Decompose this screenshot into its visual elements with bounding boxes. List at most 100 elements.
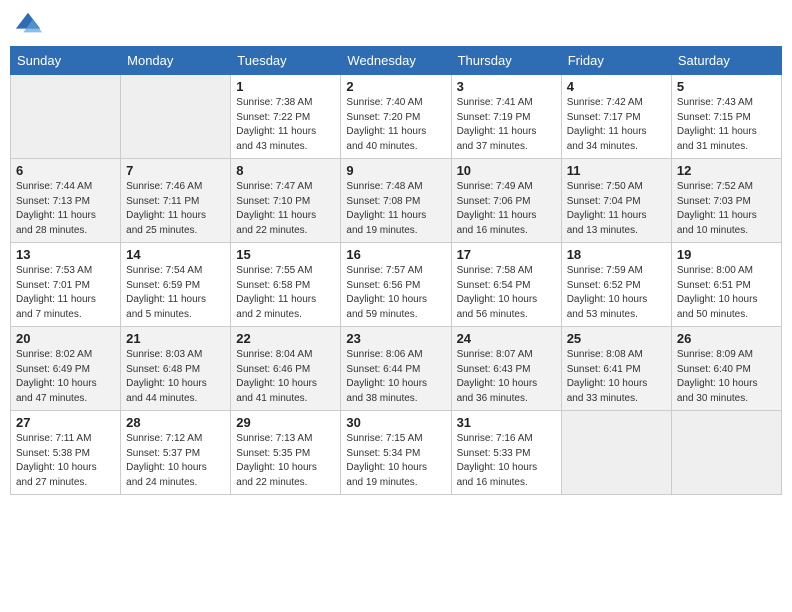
calendar-day-cell: 8 Sunrise: 7:47 AMSunset: 7:10 PMDaylight… [231, 159, 341, 243]
day-info: Sunrise: 7:43 AMSunset: 7:15 PMDaylight:… [677, 96, 776, 154]
calendar-week-row: 20 Sunrise: 8:02 AMSunset: 6:49 PMDayligh… [11, 327, 782, 411]
calendar-day-cell: 4 Sunrise: 7:42 AMSunset: 7:17 PMDaylight… [561, 75, 671, 159]
day-info: Sunrise: 7:46 AMSunset: 7:11 PMDaylight:… [126, 180, 225, 238]
day-number: 14 [126, 247, 225, 262]
day-info: Sunrise: 7:59 AMSunset: 6:52 PMDaylight:… [567, 264, 666, 322]
calendar-day-cell: 16Sunrise: 7:57 AMSunset: 6:56 PMDayligh… [341, 243, 451, 327]
day-info: Sunrise: 7:47 AMSunset: 7:10 PMDaylight:… [236, 180, 335, 238]
day-info: Sunrise: 7:40 AMSunset: 7:20 PMDaylight:… [346, 96, 445, 154]
calendar-day-cell: 26 Sunrise: 8:09 AMSunset: 6:40 PMDayligh… [671, 327, 781, 411]
weekday-header: Saturday [671, 47, 781, 75]
day-number: 22 [236, 331, 335, 346]
day-info: Sunrise: 7:48 AMSunset: 7:08 PMDaylight:… [346, 180, 445, 238]
day-info: Sunrise: 7:12 AMSunset: 5:37 PMDaylight:… [126, 432, 225, 490]
calendar-day-cell [561, 411, 671, 495]
calendar-day-cell: 31 Sunrise: 7:16 AMSunset: 5:33 PMDayligh… [451, 411, 561, 495]
weekday-header: Sunday [11, 47, 121, 75]
day-info: Sunrise: 7:50 AMSunset: 7:04 PMDaylight:… [567, 180, 666, 238]
day-info: Sunrise: 7:42 AMSunset: 7:17 PMDaylight:… [567, 96, 666, 154]
day-number: 5 [677, 79, 776, 94]
day-info: Sunrise: 7:58 AMSunset: 6:54 PMDaylight:… [457, 264, 556, 322]
day-info: Sunrise: 7:49 AMSunset: 7:06 PMDaylight:… [457, 180, 556, 238]
day-number: 9 [346, 163, 445, 178]
calendar-day-cell: 25Sunrise: 8:08 AMSunset: 6:41 PMDayligh… [561, 327, 671, 411]
day-info: Sunrise: 7:41 AMSunset: 7:19 PMDaylight:… [457, 96, 556, 154]
day-info: Sunrise: 8:00 AMSunset: 6:51 PMDaylight:… [677, 264, 776, 322]
weekday-header: Tuesday [231, 47, 341, 75]
day-info: Sunrise: 7:52 AMSunset: 7:03 PMDaylight:… [677, 180, 776, 238]
day-info: Sunrise: 8:08 AMSunset: 6:41 PMDaylight:… [567, 348, 666, 406]
day-number: 8 [236, 163, 335, 178]
day-number: 23 [346, 331, 445, 346]
day-number: 30 [346, 415, 445, 430]
calendar-day-cell: 9 Sunrise: 7:48 AMSunset: 7:08 PMDaylight… [341, 159, 451, 243]
day-number: 3 [457, 79, 556, 94]
day-number: 11 [567, 163, 666, 178]
logo-icon [14, 10, 42, 38]
day-number: 31 [457, 415, 556, 430]
calendar-day-cell: 11 Sunrise: 7:50 AMSunset: 7:04 PMDayligh… [561, 159, 671, 243]
calendar-day-cell: 13Sunrise: 7:53 AMSunset: 7:01 PMDayligh… [11, 243, 121, 327]
logo [14, 10, 46, 38]
calendar-day-cell: 3 Sunrise: 7:41 AMSunset: 7:19 PMDaylight… [451, 75, 561, 159]
calendar-day-cell: 5 Sunrise: 7:43 AMSunset: 7:15 PMDaylight… [671, 75, 781, 159]
day-number: 27 [16, 415, 115, 430]
day-number: 2 [346, 79, 445, 94]
day-info: Sunrise: 8:04 AMSunset: 6:46 PMDaylight:… [236, 348, 335, 406]
calendar-day-cell [121, 75, 231, 159]
calendar-day-cell: 15 Sunrise: 7:55 AMSunset: 6:58 PMDayligh… [231, 243, 341, 327]
day-number: 7 [126, 163, 225, 178]
day-number: 1 [236, 79, 335, 94]
day-info: Sunrise: 8:07 AMSunset: 6:43 PMDaylight:… [457, 348, 556, 406]
day-number: 6 [16, 163, 115, 178]
calendar-day-cell: 20 Sunrise: 8:02 AMSunset: 6:49 PMDayligh… [11, 327, 121, 411]
weekday-header: Monday [121, 47, 231, 75]
calendar-day-cell: 19 Sunrise: 8:00 AMSunset: 6:51 PMDayligh… [671, 243, 781, 327]
day-number: 19 [677, 247, 776, 262]
day-number: 29 [236, 415, 335, 430]
calendar-day-cell: 6Sunrise: 7:44 AMSunset: 7:13 PMDaylight… [11, 159, 121, 243]
day-info: Sunrise: 8:06 AMSunset: 6:44 PMDaylight:… [346, 348, 445, 406]
day-number: 26 [677, 331, 776, 346]
calendar-day-cell: 21Sunrise: 8:03 AMSunset: 6:48 PMDayligh… [121, 327, 231, 411]
calendar-day-cell [11, 75, 121, 159]
day-number: 28 [126, 415, 225, 430]
calendar-day-cell: 23 Sunrise: 8:06 AMSunset: 6:44 PMDayligh… [341, 327, 451, 411]
day-info: Sunrise: 8:09 AMSunset: 6:40 PMDaylight:… [677, 348, 776, 406]
page-header [10, 10, 782, 38]
day-number: 18 [567, 247, 666, 262]
calendar-day-cell: 30 Sunrise: 7:15 AMSunset: 5:34 PMDayligh… [341, 411, 451, 495]
day-info: Sunrise: 8:02 AMSunset: 6:49 PMDaylight:… [16, 348, 115, 406]
day-info: Sunrise: 7:11 AMSunset: 5:38 PMDaylight:… [16, 432, 115, 490]
calendar-week-row: 27 Sunrise: 7:11 AMSunset: 5:38 PMDayligh… [11, 411, 782, 495]
day-number: 10 [457, 163, 556, 178]
calendar-week-row: 1 Sunrise: 7:38 AMSunset: 7:22 PMDaylight… [11, 75, 782, 159]
day-number: 20 [16, 331, 115, 346]
weekday-header: Thursday [451, 47, 561, 75]
calendar-day-cell: 29 Sunrise: 7:13 AMSunset: 5:35 PMDayligh… [231, 411, 341, 495]
day-info: Sunrise: 7:15 AMSunset: 5:34 PMDaylight:… [346, 432, 445, 490]
calendar-day-cell: 7 Sunrise: 7:46 AMSunset: 7:11 PMDaylight… [121, 159, 231, 243]
day-info: Sunrise: 7:16 AMSunset: 5:33 PMDaylight:… [457, 432, 556, 490]
calendar-day-cell: 24 Sunrise: 8:07 AMSunset: 6:43 PMDayligh… [451, 327, 561, 411]
weekday-header: Friday [561, 47, 671, 75]
day-number: 16 [346, 247, 445, 262]
calendar-day-cell: 2 Sunrise: 7:40 AMSunset: 7:20 PMDaylight… [341, 75, 451, 159]
calendar-day-cell: 12 Sunrise: 7:52 AMSunset: 7:03 PMDayligh… [671, 159, 781, 243]
day-number: 21 [126, 331, 225, 346]
weekday-header: Wednesday [341, 47, 451, 75]
day-number: 24 [457, 331, 556, 346]
day-number: 4 [567, 79, 666, 94]
calendar-week-row: 6Sunrise: 7:44 AMSunset: 7:13 PMDaylight… [11, 159, 782, 243]
day-info: Sunrise: 7:38 AMSunset: 7:22 PMDaylight:… [236, 96, 335, 154]
calendar-day-cell: 27 Sunrise: 7:11 AMSunset: 5:38 PMDayligh… [11, 411, 121, 495]
day-number: 12 [677, 163, 776, 178]
calendar-day-cell: 17Sunrise: 7:58 AMSunset: 6:54 PMDayligh… [451, 243, 561, 327]
day-info: Sunrise: 7:13 AMSunset: 5:35 PMDaylight:… [236, 432, 335, 490]
calendar-day-cell: 18 Sunrise: 7:59 AMSunset: 6:52 PMDayligh… [561, 243, 671, 327]
day-info: Sunrise: 7:54 AMSunset: 6:59 PMDaylight:… [126, 264, 225, 322]
day-info: Sunrise: 7:55 AMSunset: 6:58 PMDaylight:… [236, 264, 335, 322]
day-number: 15 [236, 247, 335, 262]
calendar-day-cell: 22 Sunrise: 8:04 AMSunset: 6:46 PMDayligh… [231, 327, 341, 411]
calendar-day-cell: 28 Sunrise: 7:12 AMSunset: 5:37 PMDayligh… [121, 411, 231, 495]
